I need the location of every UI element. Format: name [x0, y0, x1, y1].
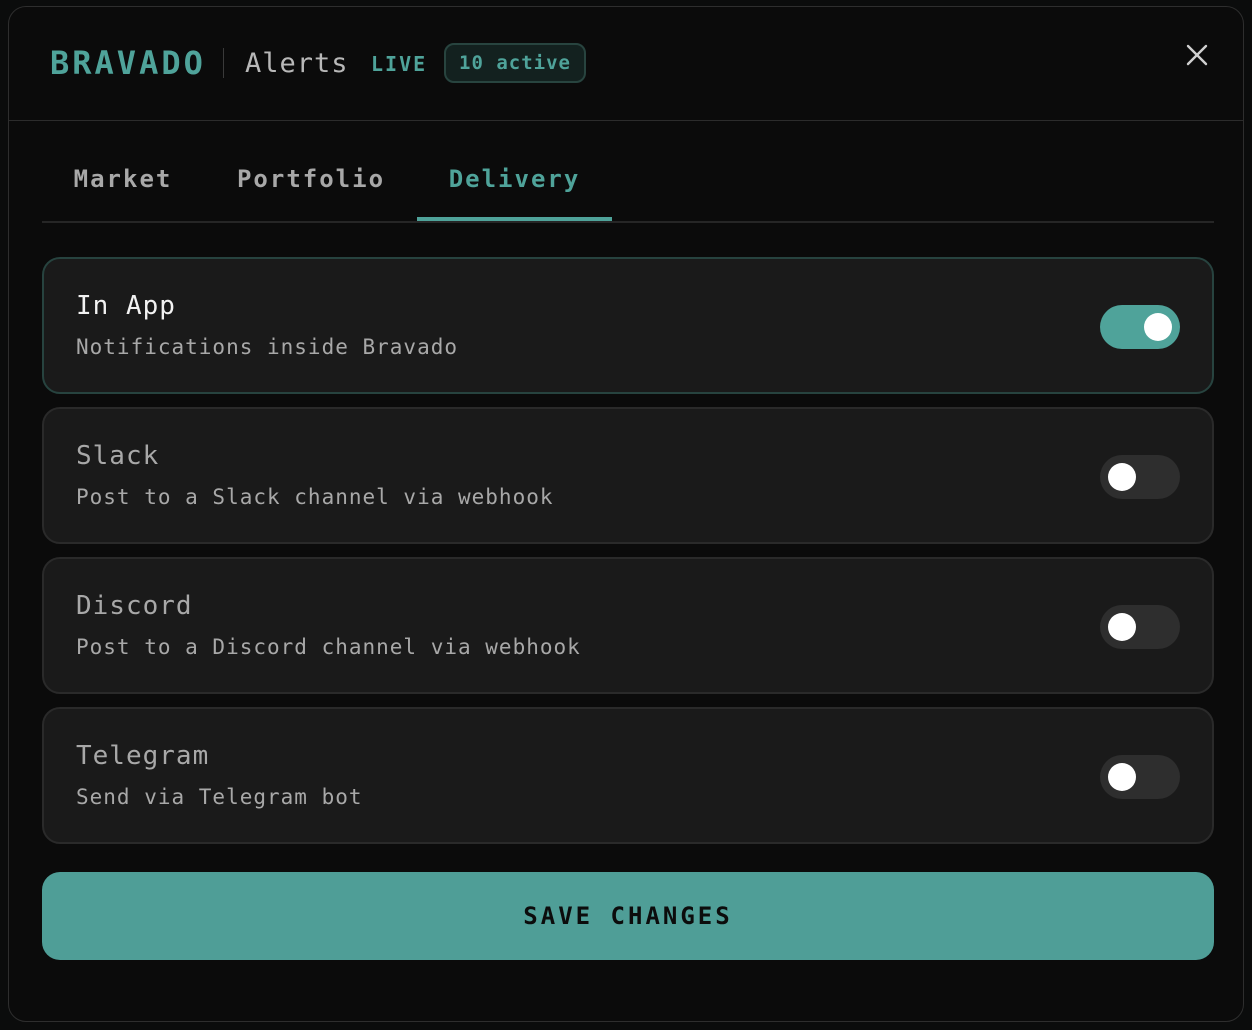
channel-description: Notifications inside Bravado	[76, 335, 459, 359]
channel-card-slack: Slack Post to a Slack channel via webhoo…	[42, 407, 1214, 544]
discord-toggle[interactable]	[1100, 605, 1180, 649]
tab-portfolio[interactable]: Portfolio	[216, 121, 406, 221]
modal-header: BRAVADO Alerts LIVE 10 active	[9, 7, 1243, 121]
alerts-modal: BRAVADO Alerts LIVE 10 active Market Por…	[8, 6, 1244, 1022]
header-divider	[223, 48, 224, 78]
tab-market[interactable]: Market	[42, 121, 204, 221]
live-indicator: LIVE	[371, 52, 428, 76]
close-button[interactable]	[1179, 37, 1215, 73]
channel-card-telegram: Telegram Send via Telegram bot	[42, 707, 1214, 844]
channel-title: Discord	[76, 591, 193, 621]
active-count-badge: 10 active	[444, 43, 586, 83]
channel-description: Send via Telegram bot	[76, 785, 363, 809]
channel-title: In App	[76, 291, 176, 321]
brand-logo: BRAVADO	[50, 44, 206, 82]
channel-description: Post to a Discord channel via webhook	[76, 635, 581, 659]
toggle-knob	[1108, 763, 1136, 791]
tab-bar: Market Portfolio Delivery	[42, 121, 1214, 223]
channel-description: Post to a Slack channel via webhook	[76, 485, 554, 509]
channel-card-discord: Discord Post to a Discord channel via we…	[42, 557, 1214, 694]
in-app-toggle[interactable]	[1100, 305, 1180, 349]
close-icon	[1186, 44, 1208, 66]
toggle-knob	[1108, 613, 1136, 641]
slack-toggle[interactable]	[1100, 455, 1180, 499]
modal-title: Alerts	[245, 48, 349, 79]
save-changes-button[interactable]: SAVE CHANGES	[42, 872, 1214, 960]
channel-title: Slack	[76, 441, 160, 471]
tab-delivery[interactable]: Delivery	[417, 121, 612, 221]
toggle-knob	[1108, 463, 1136, 491]
channel-card-in-app: In App Notifications inside Bravado	[42, 257, 1214, 394]
toggle-knob	[1144, 313, 1172, 341]
telegram-toggle[interactable]	[1100, 755, 1180, 799]
channel-title: Telegram	[76, 741, 210, 771]
